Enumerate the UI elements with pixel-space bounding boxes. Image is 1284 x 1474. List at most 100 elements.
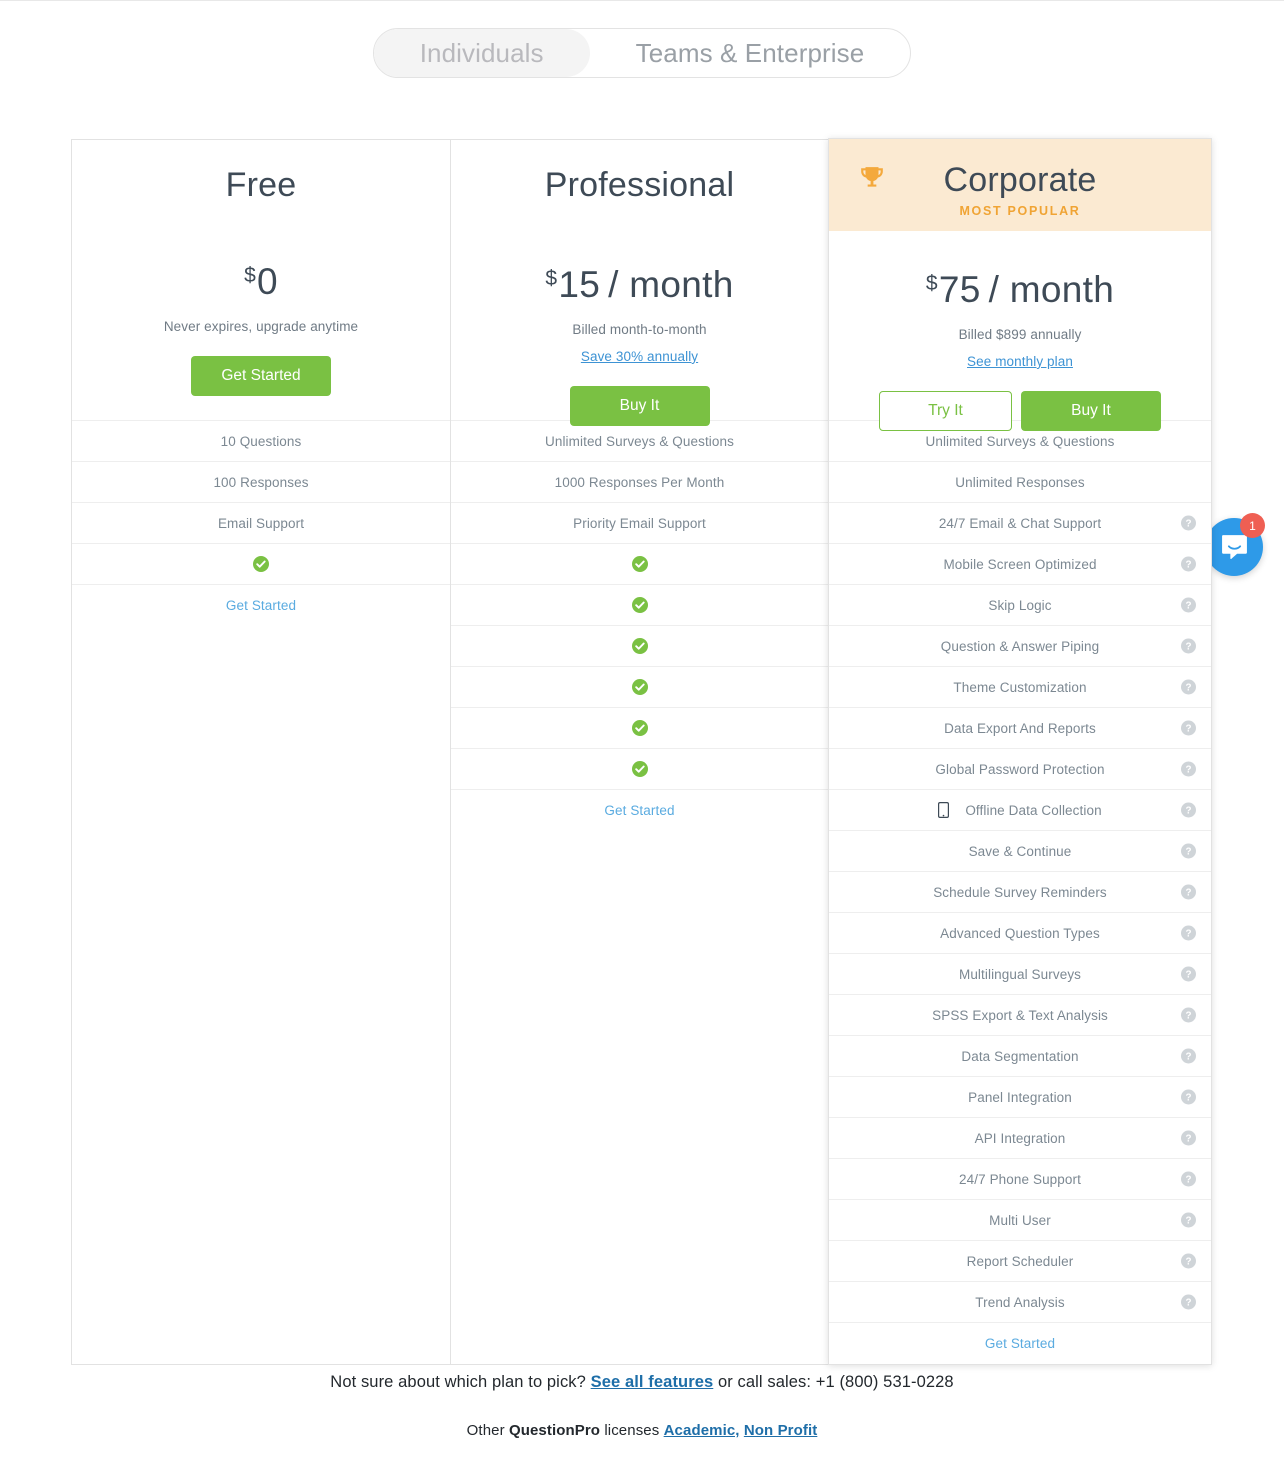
feature-row-professional-9[interactable]: Get Started <box>451 790 828 831</box>
help-icon[interactable]: ? <box>1181 679 1196 695</box>
intercom-unread-badge[interactable]: 1 <box>1240 513 1265 538</box>
feature-row-content: Global Password Protection <box>935 762 1104 777</box>
help-icon[interactable]: ? <box>1181 1253 1196 1269</box>
feature-label: SPSS Export & Text Analysis <box>932 1007 1108 1023</box>
feature-row-corporate-0: Unlimited Surveys & Questions <box>829 421 1211 462</box>
help-icon[interactable]: ? <box>1181 966 1196 982</box>
feature-row-content: 10 Questions <box>221 434 302 449</box>
plan-card-professional: Professional $ 15 / month Billed month-t… <box>450 139 829 1365</box>
get-started-link-corporate[interactable]: Get Started <box>985 1336 1055 1351</box>
feature-label: Data Segmentation <box>961 1048 1079 1064</box>
feature-row-corporate-2: 24/7 Email & Chat Support? <box>829 503 1211 544</box>
currency-symbol: $ <box>925 271 938 295</box>
feature-row-content: Trend Analysis <box>975 1295 1064 1310</box>
svg-text:?: ? <box>1185 1051 1191 1062</box>
feature-row-free-4[interactable]: Get Started <box>72 585 450 626</box>
feature-row-content: 100 Responses <box>213 475 308 490</box>
svg-text:?: ? <box>1185 1010 1191 1021</box>
buy-it-button-professional[interactable]: Buy It <box>569 385 710 426</box>
check-icon <box>631 556 648 572</box>
help-icon[interactable]: ? <box>1181 1130 1196 1146</box>
svg-text:?: ? <box>1185 969 1191 980</box>
feature-label: Save & Continue <box>968 843 1072 859</box>
mobile-phone-icon <box>938 802 950 818</box>
help-icon[interactable]: ? <box>1181 1171 1196 1187</box>
feature-row-content: Data Segmentation <box>961 1049 1078 1064</box>
feature-row-content: Multilingual Surveys <box>959 967 1081 982</box>
help-icon[interactable]: ? <box>1181 720 1196 736</box>
feature-row-professional-4 <box>451 585 828 626</box>
feature-row-corporate-22[interactable]: Get Started <box>829 1323 1211 1364</box>
toggle-group: Individuals Teams & Enterprise <box>372 28 912 78</box>
feature-label: Advanced Question Types <box>940 925 1100 941</box>
feature-row-corporate-9: Offline Data Collection? <box>829 790 1211 831</box>
get-started-button-free[interactable]: Get Started <box>191 355 331 396</box>
help-icon[interactable]: ? <box>1181 556 1196 572</box>
see-monthly-plan-link-corporate[interactable]: See monthly plan <box>967 354 1073 369</box>
help-icon[interactable]: ? <box>1181 843 1196 859</box>
feature-row-corporate-7: Data Export And Reports? <box>829 708 1211 749</box>
feature-row-professional-1: 1000 Responses Per Month <box>451 462 828 503</box>
feature-row-content: Priority Email Support <box>573 516 706 531</box>
svg-text:?: ? <box>1185 846 1191 857</box>
get-started-link-free[interactable]: Get Started <box>226 598 296 613</box>
feature-label: Schedule Survey Reminders <box>933 884 1107 900</box>
feature-row-corporate-16: Panel Integration? <box>829 1077 1211 1118</box>
feature-label: 24/7 Email & Chat Support <box>938 515 1102 531</box>
academic-license-link[interactable]: Academic, <box>664 1422 740 1439</box>
toggle-option-individuals[interactable]: Individuals <box>373 29 590 77</box>
feature-row-content: 24/7 Phone Support <box>959 1172 1081 1187</box>
feature-row-free-1: 100 Responses <box>72 462 450 503</box>
price-amount: 15 <box>558 263 601 305</box>
help-icon[interactable]: ? <box>1181 638 1196 654</box>
feature-label: 10 Questions <box>220 433 302 449</box>
price-period: / month <box>608 263 734 305</box>
help-icon[interactable]: ? <box>1181 802 1196 818</box>
help-icon[interactable]: ? <box>1181 1048 1196 1064</box>
feature-row-free-2: Email Support <box>72 503 450 544</box>
svg-text:?: ? <box>1185 1297 1191 1308</box>
svg-text:?: ? <box>1185 641 1191 652</box>
help-icon[interactable]: ? <box>1181 515 1196 531</box>
plan-price-professional: $ 15 / month <box>545 266 733 303</box>
help-icon[interactable]: ? <box>1181 1294 1196 1310</box>
annual-savings-link-professional[interactable]: Save 30% annually <box>581 349 698 364</box>
help-icon[interactable]: ? <box>1181 884 1196 900</box>
feature-label: Theme Customization <box>953 679 1087 695</box>
feature-row-professional-0: Unlimited Surveys & Questions <box>451 421 828 462</box>
help-icon[interactable]: ? <box>1181 1212 1196 1228</box>
help-icon[interactable]: ? <box>1181 761 1196 777</box>
feature-row-content: API Integration <box>975 1131 1066 1146</box>
billing-note-free: Never expires, upgrade anytime <box>163 318 359 334</box>
feature-label: Report Scheduler <box>966 1253 1074 1269</box>
see-all-features-link[interactable]: See all features <box>591 1373 714 1391</box>
help-icon[interactable]: ? <box>1181 1007 1196 1023</box>
feature-row-content: Mobile Screen Optimized <box>943 557 1096 572</box>
feature-label: Offline Data Collection <box>965 802 1102 818</box>
help-icon[interactable]: ? <box>1181 1089 1196 1105</box>
billing-note-corporate: Billed $899 annually <box>958 326 1082 342</box>
check-icon <box>253 556 269 572</box>
feature-row-corporate-21: Trend Analysis? <box>829 1282 1211 1323</box>
brand-name: QuestionPro <box>508 1422 601 1439</box>
svg-text:?: ? <box>1185 1174 1191 1185</box>
feature-row-content: Skip Logic <box>988 598 1051 613</box>
check-icon <box>631 638 648 654</box>
currency-symbol: $ <box>545 266 558 290</box>
non-profit-license-link[interactable]: Non Profit <box>744 1422 818 1439</box>
help-icon[interactable]: ? <box>1181 925 1196 941</box>
help-icon[interactable]: ? <box>1181 597 1196 613</box>
feature-row-corporate-18: 24/7 Phone Support? <box>829 1159 1211 1200</box>
feature-row-corporate-4: Skip Logic? <box>829 585 1211 626</box>
trophy-icon <box>859 165 885 191</box>
get-started-link-professional[interactable]: Get Started <box>604 803 674 818</box>
toggle-option-teams-enterprise[interactable]: Teams & Enterprise <box>590 29 911 77</box>
feature-row-content: Report Scheduler <box>967 1254 1074 1269</box>
svg-text:?: ? <box>1185 1092 1191 1103</box>
plan-header-professional: Professional $ 15 / month Billed month-t… <box>451 140 828 426</box>
billing-audience-toggle: Individuals Teams & Enterprise <box>0 1 1284 78</box>
footer-other-text: Other <box>466 1422 505 1439</box>
svg-text:?: ? <box>1185 1133 1191 1144</box>
feature-label: Trend Analysis <box>975 1294 1065 1310</box>
feature-label: Data Export And Reports <box>944 720 1096 736</box>
